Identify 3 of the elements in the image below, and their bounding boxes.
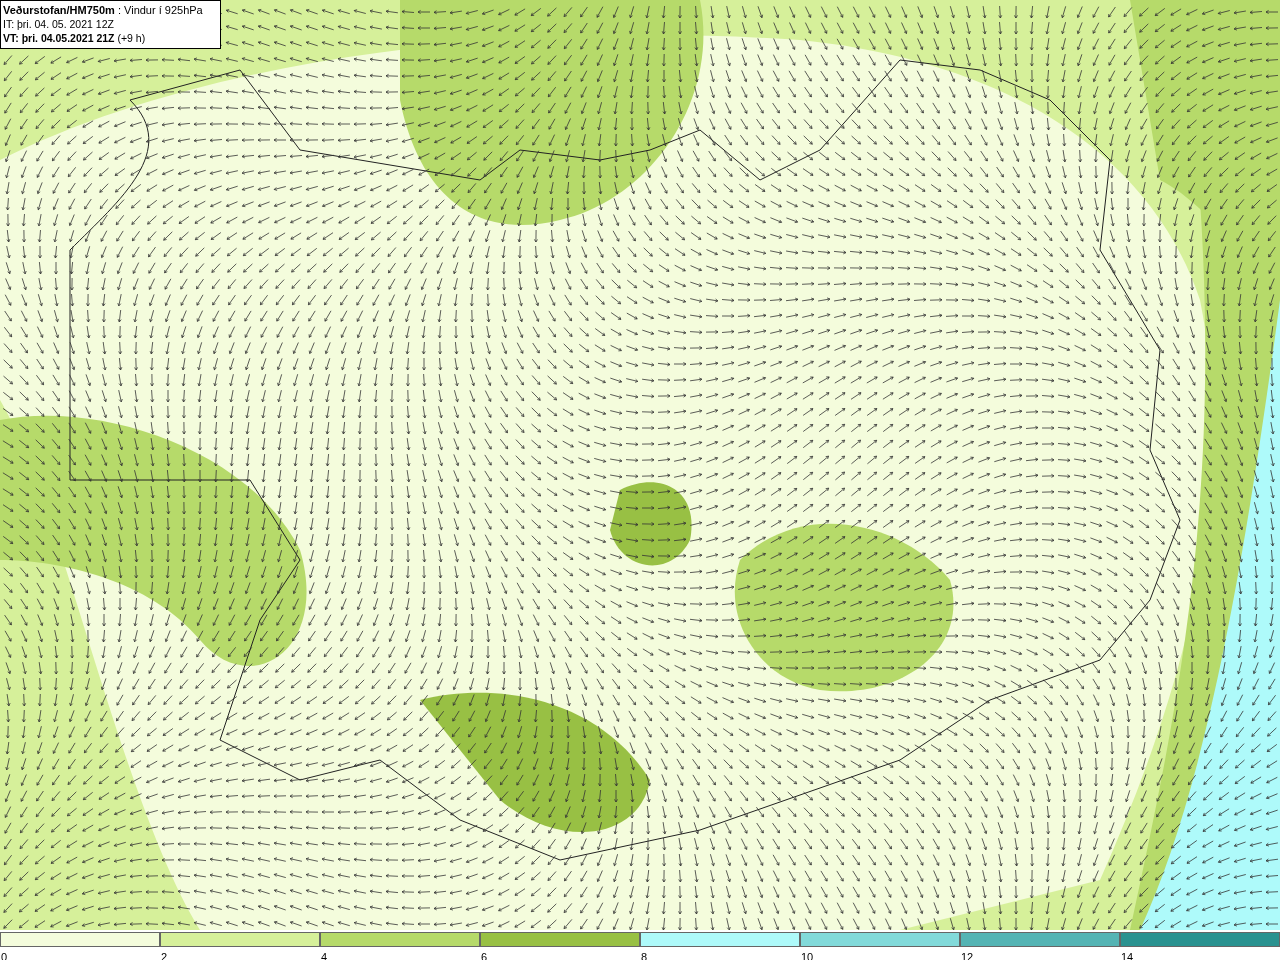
info-text: IT: þri. 04. 05. 2021 12Z [3,17,115,31]
info-text: Veðurstofan/HM750m : Vindur í 925hPa [3,3,204,17]
info-text: VT: þri. 04.05.2021 21Z (+9 h) [3,31,147,45]
